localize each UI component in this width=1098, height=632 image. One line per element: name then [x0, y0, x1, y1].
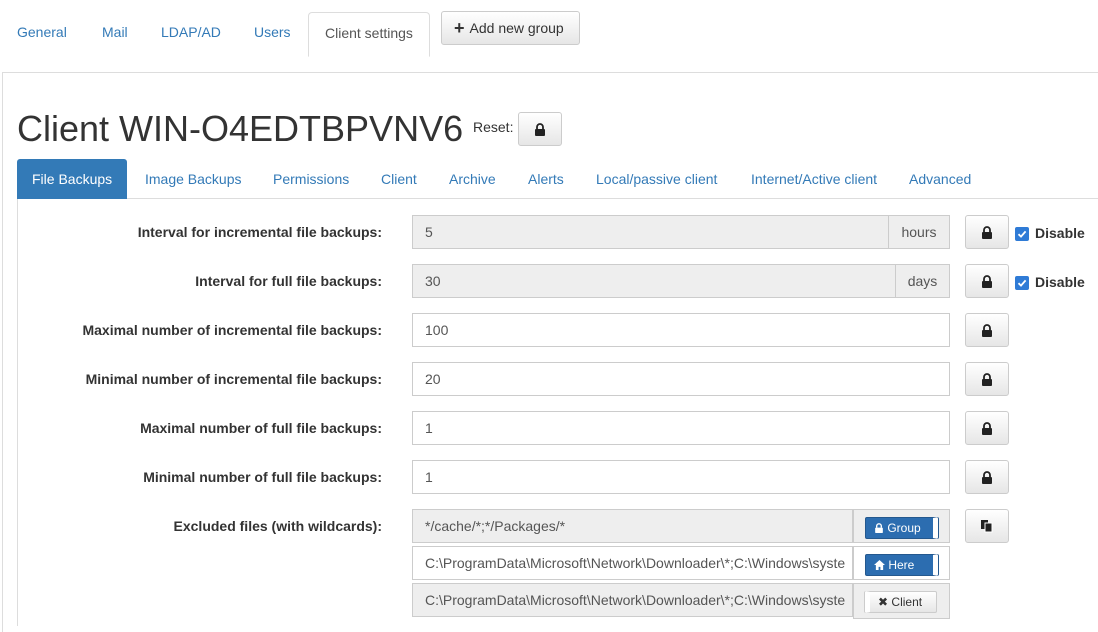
min-incremental-input[interactable]: 20: [412, 362, 950, 396]
subtab-local-passive-client[interactable]: Local/passive client: [581, 159, 732, 199]
group-source-label: Group: [887, 521, 921, 535]
incremental-interval-label: Interval for incremental file backups:: [137, 224, 382, 240]
check-icon: [1017, 279, 1027, 287]
lock-icon: [535, 122, 545, 136]
content-border: [17, 199, 18, 626]
min-incremental-label: Minimal number of incremental file backu…: [85, 371, 382, 387]
min-incremental-lock-button[interactable]: [965, 362, 1009, 396]
top-nav: General Mail LDAP/AD Users Client settin…: [0, 0, 1098, 57]
subtab-internet-active-client[interactable]: Internet/Active client: [736, 159, 892, 199]
incremental-interval-disable-checkbox[interactable]: [1015, 227, 1029, 241]
copy-excluded-button[interactable]: [965, 509, 1009, 543]
min-full-lock-button[interactable]: [965, 460, 1009, 494]
incremental-interval-input[interactable]: 5: [412, 215, 889, 249]
tab-mail[interactable]: Mail: [86, 12, 144, 56]
full-interval-lock-button[interactable]: [965, 264, 1009, 298]
check-icon: [1017, 230, 1027, 238]
times-icon: ✖: [878, 595, 889, 609]
incremental-interval-disable-label: Disable: [1035, 225, 1085, 241]
max-full-lock-button[interactable]: [965, 411, 1009, 445]
reset-label: Reset:: [473, 119, 514, 135]
min-full-input[interactable]: 1: [412, 460, 950, 494]
hours-addon: hours: [888, 215, 950, 249]
lock-icon: [982, 372, 992, 386]
subtab-archive[interactable]: Archive: [434, 159, 511, 199]
full-interval-input[interactable]: 30: [412, 264, 896, 298]
subtab-file-backups[interactable]: File Backups: [17, 159, 128, 199]
lock-icon: [982, 421, 992, 435]
excluded-here-input[interactable]: C:\ProgramData\Microsoft\Network\Downloa…: [412, 546, 853, 580]
lock-icon: [982, 225, 992, 239]
plus-icon: +: [454, 18, 465, 38]
client-source-label: Client: [891, 595, 923, 609]
subtab-image-backups[interactable]: Image Backups: [130, 159, 257, 199]
full-interval-disable-checkbox[interactable]: [1015, 276, 1029, 290]
subtab-permissions[interactable]: Permissions: [258, 159, 364, 199]
group-source-button[interactable]: Group: [865, 517, 938, 539]
min-full-label: Minimal number of full file backups:: [143, 469, 382, 485]
here-source-button[interactable]: Here: [865, 554, 938, 576]
client-source-button[interactable]: ✖ Client: [865, 591, 937, 613]
max-full-label: Maximal number of full file backups:: [140, 420, 382, 436]
max-incremental-label: Maximal number of incremental file backu…: [82, 322, 382, 338]
subtab-alerts[interactable]: Alerts: [513, 159, 579, 199]
here-source-label: Here: [888, 558, 915, 572]
tab-general[interactable]: General: [1, 12, 83, 56]
lock-icon: [982, 274, 992, 288]
full-interval-label: Interval for full file backups:: [195, 273, 382, 289]
page-title: Client WIN-O4EDTBPVNV6: [17, 108, 464, 149]
home-icon: [874, 560, 885, 570]
max-incremental-input[interactable]: 100: [412, 313, 950, 347]
add-new-group-button[interactable]: + Add new group: [441, 11, 580, 45]
tab-ldap-ad[interactable]: LDAP/AD: [145, 12, 237, 56]
excluded-files-label: Excluded files (with wildcards):: [173, 518, 382, 534]
lock-icon: [982, 323, 992, 337]
add-new-group-label: Add new group: [469, 20, 564, 36]
excluded-group-input[interactable]: */cache/*;*/Packages/*: [412, 509, 853, 543]
tab-client-settings[interactable]: Client settings: [308, 12, 430, 57]
days-addon: days: [895, 264, 950, 298]
lock-icon: [982, 470, 992, 484]
copy-icon: [981, 520, 993, 533]
max-incremental-lock-button[interactable]: [965, 313, 1009, 347]
tab-users[interactable]: Users: [238, 12, 307, 56]
subtab-advanced[interactable]: Advanced: [894, 159, 986, 199]
incremental-interval-lock-button[interactable]: [965, 215, 1009, 249]
max-full-input[interactable]: 1: [412, 411, 950, 445]
excluded-client-input[interactable]: C:\ProgramData\Microsoft\Network\Downloa…: [412, 583, 853, 617]
reset-lock-button[interactable]: [518, 112, 562, 146]
subtab-client[interactable]: Client: [366, 159, 432, 199]
settings-subtabs: File Backups Image Backups Permissions C…: [17, 159, 1098, 199]
lock-icon: [875, 523, 883, 533]
full-interval-disable-label: Disable: [1035, 274, 1085, 290]
